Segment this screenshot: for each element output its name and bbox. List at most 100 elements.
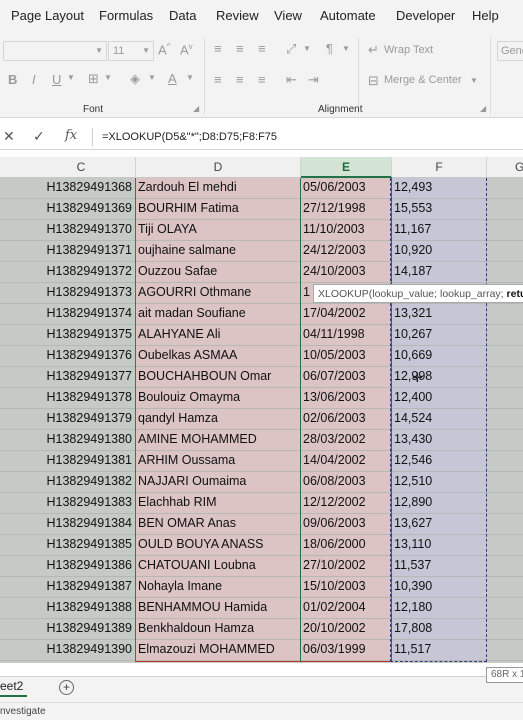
cell-value[interactable]: 10,390 (392, 577, 486, 598)
cell-id[interactable]: H13829491369 (27, 199, 135, 220)
cell-id[interactable]: H13829491386 (27, 556, 135, 577)
cell-id[interactable]: H13829491370 (27, 220, 135, 241)
cell-value[interactable]: 13,110 (392, 535, 486, 556)
column-header-c[interactable]: C (27, 157, 136, 178)
cell-date[interactable]: 04/11/1998 (301, 325, 391, 346)
alignment-dialog-launcher-icon[interactable]: ◢ (480, 104, 486, 113)
cell-date[interactable]: 15/10/2003 (301, 577, 391, 598)
formula-input[interactable]: =XLOOKUP(D5&"*";D8:D75;F8:F75 (102, 131, 277, 143)
cell-name[interactable]: Elmazouzi MOHAMMED (136, 640, 300, 661)
cell-name[interactable]: Elachhab RIM (136, 493, 300, 514)
cell-value[interactable]: 17,808 (392, 619, 486, 640)
align-right-icon[interactable]: ≡ (258, 72, 266, 87)
text-direction-icon[interactable]: ¶ (326, 41, 333, 56)
cell-date[interactable]: 01/02/2004 (301, 598, 391, 619)
tab-help[interactable]: Help (472, 8, 499, 23)
cell-date[interactable]: 10/05/2003 (301, 346, 391, 367)
font-dialog-launcher-icon[interactable]: ◢ (193, 104, 199, 113)
chevron-down-icon[interactable]: ▼ (470, 76, 478, 85)
cell-value[interactable]: 10,267 (392, 325, 486, 346)
cell-id[interactable]: H13829491381 (27, 451, 135, 472)
tab-page-layout[interactable]: Page Layout (11, 8, 84, 23)
cell-date[interactable]: 09/06/2003 (301, 514, 391, 535)
align-left-icon[interactable]: ≡ (214, 72, 222, 87)
font-size-dropdown[interactable]: 11 ▼ (108, 41, 154, 61)
cell-id[interactable]: H13829491377 (27, 367, 135, 388)
cell-name[interactable]: ALAHYANE Ali (136, 325, 300, 346)
cell-id[interactable]: H13829491378 (27, 388, 135, 409)
cell-id[interactable]: H13829491376 (27, 346, 135, 367)
cell-id[interactable]: H13829491374 (27, 304, 135, 325)
cell-id[interactable]: H13829491385 (27, 535, 135, 556)
cell-value[interactable]: 12,510 (392, 472, 486, 493)
tab-review[interactable]: Review (216, 8, 259, 23)
cell-date[interactable]: 17/04/2002 (301, 304, 391, 325)
cell-name[interactable]: Boulouiz Omayma (136, 388, 300, 409)
cell-id[interactable]: H13829491368 (27, 178, 135, 199)
chevron-down-icon[interactable]: ▼ (104, 73, 112, 82)
merge-center-button[interactable]: Merge & Center (384, 74, 462, 86)
cell-id[interactable]: H13829491380 (27, 430, 135, 451)
column-header-g[interactable]: G (487, 157, 523, 178)
cell-value[interactable]: 10,920 (392, 241, 486, 262)
cell-name[interactable]: CHATOUANI Loubna (136, 556, 300, 577)
cell-date[interactable]: 18/06/2000 (301, 535, 391, 556)
cell-name[interactable]: NAJJARI Oumaima (136, 472, 300, 493)
cell-name[interactable]: ait madan Soufiane (136, 304, 300, 325)
cell-value[interactable]: 14,187 (392, 262, 486, 283)
cell-id[interactable]: H13829491390 (27, 640, 135, 661)
cell-value[interactable]: 12,493 (392, 178, 486, 199)
cell-id[interactable]: H13829491388 (27, 598, 135, 619)
cell-value[interactable]: 13,627 (392, 514, 486, 535)
chevron-down-icon[interactable]: ▼ (148, 73, 156, 82)
cell-name[interactable]: BENHAMMOU Hamida (136, 598, 300, 619)
cell-name[interactable]: BEN OMAR Anas (136, 514, 300, 535)
cell-date[interactable]: 24/12/2003 (301, 241, 391, 262)
decrease-font-size-icon[interactable]: Av (180, 42, 193, 57)
cell-name[interactable]: Ouzzou Safae (136, 262, 300, 283)
cell-value[interactable]: 15,553 (392, 199, 486, 220)
cell-id[interactable]: H13829491382 (27, 472, 135, 493)
cell-date[interactable]: 13/06/2003 (301, 388, 391, 409)
cancel-icon[interactable]: ✕ (3, 128, 15, 145)
cell-value[interactable]: 11,167 (392, 220, 486, 241)
cell-date[interactable]: 11/10/2003 (301, 220, 391, 241)
tab-formulas[interactable]: Formulas (99, 8, 153, 23)
cell-value[interactable]: 13,321 (392, 304, 486, 325)
cell-date[interactable]: 27/10/2002 (301, 556, 391, 577)
cell-date[interactable]: 02/06/2003 (301, 409, 391, 430)
cell-value[interactable]: 10,669 (392, 346, 486, 367)
align-bottom-icon[interactable]: ≡ (258, 41, 266, 56)
number-format-dropdown[interactable]: Gene (497, 41, 523, 61)
cell-date[interactable]: 20/10/2002 (301, 619, 391, 640)
cell-value[interactable]: 11,517 (392, 640, 486, 661)
cell-date[interactable]: 06/03/1999 (301, 640, 391, 661)
cell-date[interactable]: 06/08/2003 (301, 472, 391, 493)
cell-name[interactable]: Oubelkas ASMAA (136, 346, 300, 367)
cell-name[interactable]: ARHIM Oussama (136, 451, 300, 472)
merge-center-icon[interactable]: ⊟ (368, 73, 379, 89)
cell-value[interactable]: 12,998 (392, 367, 486, 388)
column-header-f[interactable]: F (392, 157, 487, 178)
fill-color-icon[interactable]: ◈ (130, 71, 140, 87)
align-center-icon[interactable]: ≡ (236, 72, 244, 87)
font-name-dropdown[interactable]: ▼ (3, 41, 107, 61)
cell-name[interactable]: Zardouh El mehdi (136, 178, 300, 199)
cell-name[interactable]: BOUCHAHBOUN Omar (136, 367, 300, 388)
cell-date[interactable]: 24/10/2003 (301, 262, 391, 283)
increase-indent-icon[interactable]: ⇥ (308, 72, 319, 88)
cell-value[interactable]: 11,537 (392, 556, 486, 577)
cell-name[interactable]: Tiji OLAYA (136, 220, 300, 241)
cell-value[interactable]: 12,890 (392, 493, 486, 514)
tab-view[interactable]: View (274, 8, 302, 23)
cell-date[interactable]: 28/03/2002 (301, 430, 391, 451)
cell-name[interactable]: BOURHIM Fatima (136, 199, 300, 220)
cell-date[interactable]: 27/12/1998 (301, 199, 391, 220)
wrap-text-button[interactable]: Wrap Text (384, 44, 433, 56)
font-color-icon[interactable]: A (168, 71, 177, 86)
cell-id[interactable]: H13829491372 (27, 262, 135, 283)
cell-date[interactable]: 05/06/2003 (301, 178, 391, 199)
sheet-tab[interactable]: eet2 (0, 679, 28, 697)
cell-date[interactable]: 12/12/2002 (301, 493, 391, 514)
cell-value[interactable]: 14,524 (392, 409, 486, 430)
